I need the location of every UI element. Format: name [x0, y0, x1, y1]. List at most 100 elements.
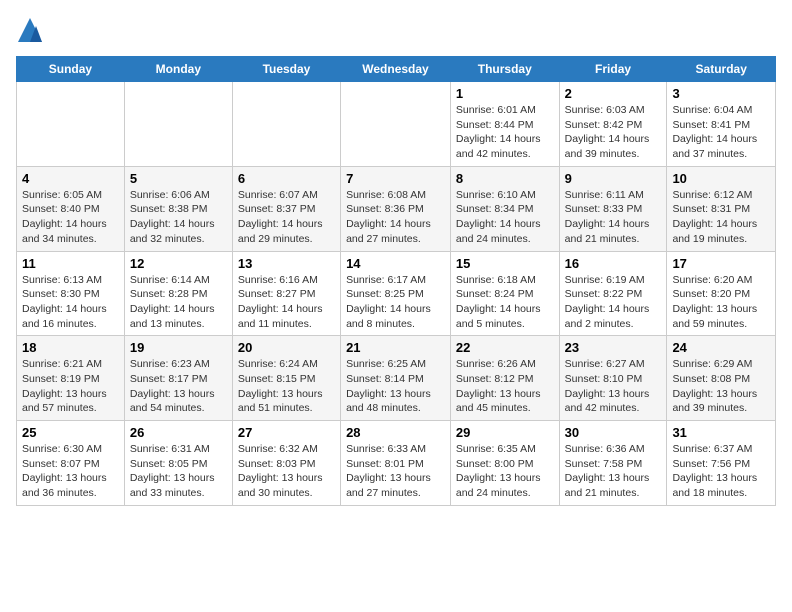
calendar-week-row: 25 Sunrise: 6:30 AM Sunset: 8:07 PM Dayli…	[17, 421, 776, 506]
day-info: Sunrise: 6:27 AM Sunset: 8:10 PM Dayligh…	[565, 357, 662, 416]
day-info: Sunrise: 6:31 AM Sunset: 8:05 PM Dayligh…	[130, 442, 227, 501]
calendar-cell: 19Sunrise: 6:23 AM Sunset: 8:17 PM Dayli…	[124, 336, 232, 421]
calendar-cell: 15 Sunrise: 6:18 AM Sunset: 8:24 PM Dayli…	[450, 251, 559, 336]
calendar-cell: 22 Sunrise: 6:26 AM Sunset: 8:12 PM Dayli…	[450, 336, 559, 421]
calendar-cell: 27Sunrise: 6:32 AM Sunset: 8:03 PM Dayli…	[232, 421, 340, 506]
calendar-cell: 18 Sunrise: 6:21 AM Sunset: 8:19 PM Dayli…	[17, 336, 125, 421]
day-number: 7	[346, 171, 445, 186]
day-number: 11	[22, 256, 119, 271]
day-info: Sunrise: 6:30 AM Sunset: 8:07 PM Dayligh…	[22, 442, 119, 501]
calendar-week-row: 18 Sunrise: 6:21 AM Sunset: 8:19 PM Dayli…	[17, 336, 776, 421]
calendar-cell	[124, 82, 232, 167]
logo-icon	[16, 16, 44, 44]
day-number: 25	[22, 425, 119, 440]
day-number: 23	[565, 340, 662, 355]
day-number: 13	[238, 256, 335, 271]
day-info: Sunrise: 6:26 AM Sunset: 8:12 PM Dayligh…	[456, 357, 554, 416]
calendar-cell: 14Sunrise: 6:17 AM Sunset: 8:25 PM Dayli…	[341, 251, 451, 336]
day-number: 29	[456, 425, 554, 440]
day-info: Sunrise: 6:16 AM Sunset: 8:27 PM Dayligh…	[238, 273, 335, 332]
calendar-cell: 12 Sunrise: 6:14 AM Sunset: 8:28 PM Dayli…	[124, 251, 232, 336]
calendar-cell: 6Sunrise: 6:07 AM Sunset: 8:37 PM Daylig…	[232, 166, 340, 251]
calendar-table: SundayMondayTuesdayWednesdayThursdayFrid…	[16, 56, 776, 506]
calendar-cell: 17 Sunrise: 6:20 AM Sunset: 8:20 PM Dayli…	[667, 251, 776, 336]
day-info: Sunrise: 6:21 AM Sunset: 8:19 PM Dayligh…	[22, 357, 119, 416]
header-sunday: Sunday	[17, 57, 125, 82]
day-number: 24	[672, 340, 770, 355]
day-info: Sunrise: 6:29 AM Sunset: 8:08 PM Dayligh…	[672, 357, 770, 416]
day-number: 18	[22, 340, 119, 355]
day-info: Sunrise: 6:06 AM Sunset: 8:38 PM Dayligh…	[130, 188, 227, 247]
calendar-header-row: SundayMondayTuesdayWednesdayThursdayFrid…	[17, 57, 776, 82]
day-info: Sunrise: 6:14 AM Sunset: 8:28 PM Dayligh…	[130, 273, 227, 332]
calendar-cell: 30 Sunrise: 6:36 AM Sunset: 7:58 PM Dayli…	[559, 421, 667, 506]
day-info: Sunrise: 6:36 AM Sunset: 7:58 PM Dayligh…	[565, 442, 662, 501]
day-number: 15	[456, 256, 554, 271]
calendar-cell: 31 Sunrise: 6:37 AM Sunset: 7:56 PM Dayli…	[667, 421, 776, 506]
day-info: Sunrise: 6:13 AM Sunset: 8:30 PM Dayligh…	[22, 273, 119, 332]
day-info: Sunrise: 6:05 AM Sunset: 8:40 PM Dayligh…	[22, 188, 119, 247]
page-header	[16, 16, 776, 44]
calendar-week-row: 1 Sunrise: 6:01 AM Sunset: 8:44 PM Daylig…	[17, 82, 776, 167]
header-monday: Monday	[124, 57, 232, 82]
calendar-cell: 23 Sunrise: 6:27 AM Sunset: 8:10 PM Dayli…	[559, 336, 667, 421]
calendar-cell: 29 Sunrise: 6:35 AM Sunset: 8:00 PM Dayli…	[450, 421, 559, 506]
calendar-cell: 24 Sunrise: 6:29 AM Sunset: 8:08 PM Dayli…	[667, 336, 776, 421]
calendar-week-row: 4 Sunrise: 6:05 AM Sunset: 8:40 PM Daylig…	[17, 166, 776, 251]
calendar-cell: 13 Sunrise: 6:16 AM Sunset: 8:27 PM Dayli…	[232, 251, 340, 336]
day-number: 22	[456, 340, 554, 355]
calendar-cell: 3 Sunrise: 6:04 AM Sunset: 8:41 PM Daylig…	[667, 82, 776, 167]
calendar-cell: 4 Sunrise: 6:05 AM Sunset: 8:40 PM Daylig…	[17, 166, 125, 251]
calendar-cell: 21 Sunrise: 6:25 AM Sunset: 8:14 PM Dayli…	[341, 336, 451, 421]
day-info: Sunrise: 6:11 AM Sunset: 8:33 PM Dayligh…	[565, 188, 662, 247]
day-number: 14	[346, 256, 445, 271]
calendar-week-row: 11 Sunrise: 6:13 AM Sunset: 8:30 PM Dayli…	[17, 251, 776, 336]
calendar-cell: 25 Sunrise: 6:30 AM Sunset: 8:07 PM Dayli…	[17, 421, 125, 506]
day-info: Sunrise: 6:04 AM Sunset: 8:41 PM Dayligh…	[672, 103, 770, 162]
day-info: Sunrise: 6:37 AM Sunset: 7:56 PM Dayligh…	[672, 442, 770, 501]
day-number: 31	[672, 425, 770, 440]
day-info: Sunrise: 6:32 AM Sunset: 8:03 PM Dayligh…	[238, 442, 335, 501]
calendar-cell: 5 Sunrise: 6:06 AM Sunset: 8:38 PM Daylig…	[124, 166, 232, 251]
day-info: Sunrise: 6:08 AM Sunset: 8:36 PM Dayligh…	[346, 188, 445, 247]
calendar-cell: 10 Sunrise: 6:12 AM Sunset: 8:31 PM Dayli…	[667, 166, 776, 251]
day-info: Sunrise: 6:35 AM Sunset: 8:00 PM Dayligh…	[456, 442, 554, 501]
header-friday: Friday	[559, 57, 667, 82]
header-wednesday: Wednesday	[341, 57, 451, 82]
calendar-cell: 28Sunrise: 6:33 AM Sunset: 8:01 PM Dayli…	[341, 421, 451, 506]
header-saturday: Saturday	[667, 57, 776, 82]
calendar-cell	[232, 82, 340, 167]
calendar-cell: 16Sunrise: 6:19 AM Sunset: 8:22 PM Dayli…	[559, 251, 667, 336]
calendar-cell	[341, 82, 451, 167]
day-info: Sunrise: 6:23 AM Sunset: 8:17 PM Dayligh…	[130, 357, 227, 416]
calendar-cell: 26 Sunrise: 6:31 AM Sunset: 8:05 PM Dayli…	[124, 421, 232, 506]
day-number: 30	[565, 425, 662, 440]
day-info: Sunrise: 6:10 AM Sunset: 8:34 PM Dayligh…	[456, 188, 554, 247]
header-tuesday: Tuesday	[232, 57, 340, 82]
day-number: 9	[565, 171, 662, 186]
day-number: 2	[565, 86, 662, 101]
day-number: 20	[238, 340, 335, 355]
calendar-cell: 20Sunrise: 6:24 AM Sunset: 8:15 PM Dayli…	[232, 336, 340, 421]
day-number: 1	[456, 86, 554, 101]
day-number: 5	[130, 171, 227, 186]
day-info: Sunrise: 6:33 AM Sunset: 8:01 PM Dayligh…	[346, 442, 445, 501]
calendar-cell	[17, 82, 125, 167]
calendar-cell: 7 Sunrise: 6:08 AM Sunset: 8:36 PM Daylig…	[341, 166, 451, 251]
day-number: 17	[672, 256, 770, 271]
day-number: 21	[346, 340, 445, 355]
day-info: Sunrise: 6:18 AM Sunset: 8:24 PM Dayligh…	[456, 273, 554, 332]
logo	[16, 16, 48, 44]
day-info: Sunrise: 6:25 AM Sunset: 8:14 PM Dayligh…	[346, 357, 445, 416]
day-number: 8	[456, 171, 554, 186]
day-number: 26	[130, 425, 227, 440]
day-number: 4	[22, 171, 119, 186]
day-info: Sunrise: 6:12 AM Sunset: 8:31 PM Dayligh…	[672, 188, 770, 247]
day-number: 12	[130, 256, 227, 271]
day-info: Sunrise: 6:20 AM Sunset: 8:20 PM Dayligh…	[672, 273, 770, 332]
day-info: Sunrise: 6:03 AM Sunset: 8:42 PM Dayligh…	[565, 103, 662, 162]
day-number: 3	[672, 86, 770, 101]
day-number: 10	[672, 171, 770, 186]
calendar-cell: 11 Sunrise: 6:13 AM Sunset: 8:30 PM Dayli…	[17, 251, 125, 336]
day-info: Sunrise: 6:01 AM Sunset: 8:44 PM Dayligh…	[456, 103, 554, 162]
